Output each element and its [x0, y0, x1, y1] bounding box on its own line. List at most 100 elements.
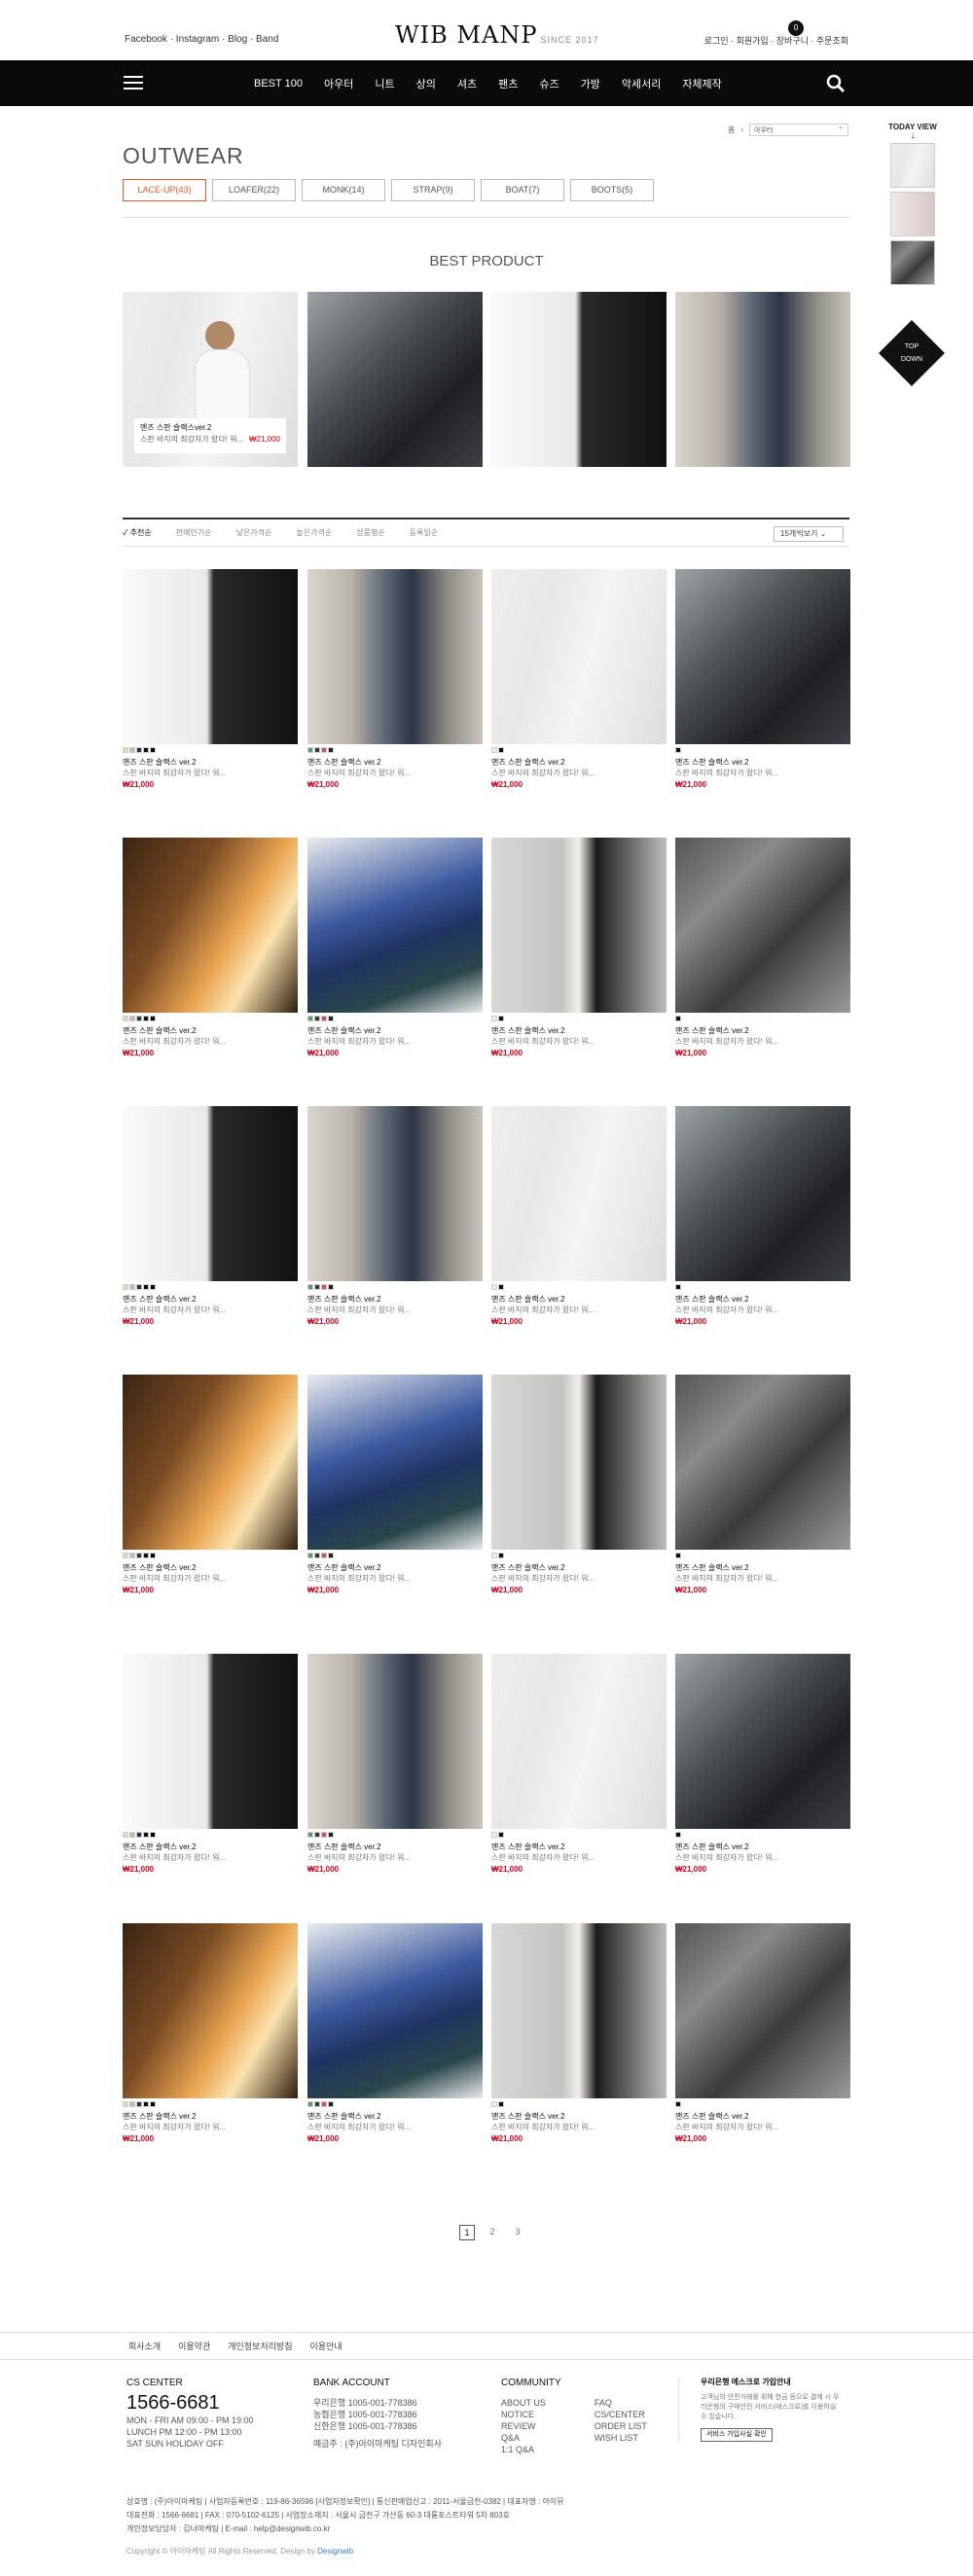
product-image[interactable] [491, 1106, 667, 1281]
product-info[interactable]: 맨즈 스판 슬랙스 ver.2 스판 바지의 최강자가 왔다! 워... ₩21,0… [307, 1553, 483, 1595]
nav-item-accessory[interactable]: 악세서리 [611, 76, 671, 91]
product-info[interactable]: 맨즈 스판 슬랙스 ver.2 스판 바지의 최강자가 왔다! 워... ₩21,0… [491, 1832, 667, 1875]
site-logo[interactable]: WIB MANP SINCE 2017 [395, 21, 599, 49]
product-image[interactable] [307, 1654, 483, 1829]
nav-item-shirt[interactable]: 셔츠 [447, 76, 487, 91]
product-info[interactable]: 맨즈 스판 슬랙스 ver.2 스판 바지의 최강자가 왔다! 워... ₩21,0… [123, 1016, 298, 1058]
product-image[interactable] [123, 1654, 298, 1829]
product-image[interactable] [491, 838, 667, 1013]
community-link[interactable]: CS/CENTER [595, 2409, 647, 2420]
product-image[interactable] [491, 1654, 667, 1829]
product-image[interactable] [307, 1923, 483, 2098]
community-link[interactable]: ORDER LIST [595, 2420, 647, 2432]
product-image[interactable] [123, 1375, 298, 1550]
footer-link-guide[interactable]: 이용안내 [310, 2340, 342, 2352]
product-image[interactable] [675, 1375, 850, 1550]
product-image[interactable] [675, 1654, 850, 1829]
product-info[interactable]: 맨즈 스판 슬랙스 ver.2 스판 바지의 최강자가 왔다! 워... ₩21,0… [675, 1832, 850, 1875]
breadcrumb-home[interactable]: 홈 [728, 125, 735, 135]
page-3[interactable]: 3 [510, 2225, 525, 2240]
product-info[interactable]: 맨즈 스판 슬랙스 ver.2 스판 바지의 최강자가 왔다! 워... ₩21,0… [123, 1553, 298, 1595]
community-link[interactable]: ABOUT US [501, 2397, 546, 2409]
tab-boat[interactable]: BOAT(7) [481, 179, 564, 201]
footer-link-privacy[interactable]: 개인정보처리방침 [228, 2340, 292, 2352]
per-page-select[interactable]: 15개씩보기 ⌄ [774, 526, 844, 542]
nav-item-own-made[interactable]: 자체제작 [671, 76, 732, 91]
tab-loafer[interactable]: LOAFER(22) [212, 179, 296, 201]
top-down-button[interactable]: TOP DOWN [879, 320, 945, 386]
page-2[interactable]: 2 [485, 2225, 500, 2240]
product-info[interactable]: 맨즈 스판 슬랙스 ver.2 스판 바지의 최강자가 왔다! 워... ₩21,0… [307, 747, 483, 790]
product-info[interactable]: 맨즈 스판 슬랙스 ver.2 스판 바지의 최강자가 왔다! 워... ₩21,0… [307, 2101, 483, 2144]
product-image[interactable] [123, 1923, 298, 2098]
recent-item-thumb[interactable] [890, 192, 935, 236]
sort-recommended[interactable]: ✓ 추천순 [123, 527, 152, 538]
menu-icon[interactable] [124, 76, 143, 90]
nav-item-shoes[interactable]: 슈즈 [528, 76, 569, 91]
user-menu[interactable]: 로그인 · 회원가입 · 장바구니 · 주문조회 [704, 34, 848, 47]
tab-lace-up[interactable]: LACE-UP(43) [123, 179, 206, 201]
recent-item-thumb[interactable] [890, 143, 935, 188]
best-product-image[interactable]: 맨즈 스판 슬랙스ver.2 스판 바지의 최강자가 왔다! 워... ₩21,… [123, 292, 298, 467]
product-image[interactable] [675, 838, 850, 1013]
product-image[interactable] [123, 838, 298, 1013]
product-info[interactable]: 맨즈 스판 슬랙스 ver.2 스판 바지의 최강자가 왔다! 워... ₩21,0… [491, 1016, 667, 1058]
product-info[interactable]: 맨즈 스판 슬랙스 ver.2 스판 바지의 최강자가 왔다! 워... ₩21,0… [491, 1553, 667, 1595]
nav-item-best100[interactable]: BEST 100 [243, 78, 313, 89]
tab-monk[interactable]: MONK(14) [302, 179, 385, 201]
product-image[interactable] [491, 1923, 667, 2098]
product-info[interactable]: 맨즈 스판 슬랙스 ver.2 스판 바지의 최강자가 왔다! 워... ₩21,0… [675, 747, 850, 790]
footer-link-terms[interactable]: 이용약관 [178, 2340, 210, 2352]
product-info[interactable]: 맨즈 스판 슬랙스 ver.2 스판 바지의 최강자가 왔다! 워... ₩21,0… [491, 747, 667, 790]
category-select[interactable]: 아우터 [749, 123, 849, 136]
product-image[interactable] [675, 569, 850, 744]
nav-item-top[interactable]: 상의 [406, 76, 447, 91]
community-link[interactable]: REVIEW [501, 2420, 546, 2432]
tab-strap[interactable]: STRAP(9) [391, 179, 475, 201]
community-link[interactable]: 1:1 Q&A [501, 2444, 546, 2455]
community-link[interactable]: FAQ [595, 2397, 647, 2409]
escrow-check-button[interactable]: 서비스 가입사실 확인 [701, 2428, 773, 2442]
product-info[interactable]: 맨즈 스판 슬랙스 ver.2 스판 바지의 최강자가 왔다! 워... ₩21,0… [123, 2101, 298, 2144]
top-label[interactable]: TOP [905, 340, 919, 353]
product-info[interactable]: 맨즈 스판 슬랙스 ver.2 스판 바지의 최강자가 왔다! 워... ₩21,0… [675, 1284, 850, 1327]
community-link[interactable]: Q&A [501, 2432, 546, 2444]
product-info[interactable]: 맨즈 스판 슬랙스 ver.2 스판 바지의 최강자가 왔다! 워... ₩21,0… [675, 1553, 850, 1595]
sort-newest[interactable]: 등록일순 [410, 527, 438, 538]
best-product-image[interactable] [307, 292, 483, 467]
product-image[interactable] [675, 1923, 850, 2098]
product-image[interactable] [307, 569, 483, 744]
designer-link[interactable]: Designwib [317, 2547, 353, 2556]
product-info[interactable]: 맨즈 스판 슬랙스 ver.2 스판 바지의 최강자가 왔다! 워... ₩21,0… [307, 1284, 483, 1327]
best-product-caption[interactable]: 맨즈 스판 슬랙스ver.2 스판 바지의 최강자가 왔다! 워... ₩21,… [134, 418, 286, 453]
product-image[interactable] [307, 1375, 483, 1550]
product-image[interactable] [123, 1106, 298, 1281]
nav-item-outer[interactable]: 아우터 [313, 76, 364, 91]
product-info[interactable]: 맨즈 스판 슬랙스 ver.2 스판 바지의 최강자가 왔다! 워... ₩21,0… [123, 747, 298, 790]
product-info[interactable]: 맨즈 스판 슬랙스 ver.2 스판 바지의 최강자가 왔다! 워... ₩21,0… [307, 1016, 483, 1058]
product-info[interactable]: 맨즈 스판 슬랙스 ver.2 스판 바지의 최강자가 왔다! 워... ₩21,0… [491, 2101, 667, 2144]
best-product-image[interactable] [675, 292, 850, 467]
nav-item-knit[interactable]: 니트 [364, 76, 405, 91]
product-image[interactable] [491, 1375, 667, 1550]
product-info[interactable]: 맨즈 스판 슬랙스 ver.2 스판 바지의 최강자가 왔다! 워... ₩21,0… [123, 1284, 298, 1327]
down-label[interactable]: DOWN [901, 353, 922, 366]
nav-item-pants[interactable]: 팬츠 [487, 76, 528, 91]
product-info[interactable]: 맨즈 스판 슬랙스 ver.2 스판 바지의 최강자가 왔다! 워... ₩21,0… [307, 1832, 483, 1875]
product-info[interactable]: 맨즈 스판 슬랙스 ver.2 스판 바지의 최강자가 왔다! 워... ₩21,0… [675, 2101, 850, 2144]
page-1[interactable]: 1 [459, 2225, 475, 2240]
product-image[interactable] [675, 1106, 850, 1281]
product-info[interactable]: 맨즈 스판 슬랙스 ver.2 스판 바지의 최강자가 왔다! 워... ₩21,0… [675, 1016, 850, 1058]
best-product-image[interactable] [491, 292, 667, 467]
sort-popular[interactable]: 판매인기순 [176, 527, 212, 538]
product-info[interactable]: 맨즈 스판 슬랙스 ver.2 스판 바지의 최강자가 왔다! 워... ₩21,0… [491, 1284, 667, 1327]
tab-boots[interactable]: BOOTS(5) [570, 179, 654, 201]
footer-link-about[interactable]: 회사소개 [128, 2340, 161, 2352]
product-image[interactable] [491, 569, 667, 744]
product-image[interactable] [307, 838, 483, 1013]
nav-item-bag[interactable]: 가방 [570, 76, 611, 91]
community-link[interactable]: WISH LIST [595, 2432, 647, 2444]
sort-reviews[interactable]: 상품평순 [356, 527, 384, 538]
community-link[interactable]: NOTICE [501, 2409, 546, 2420]
product-image[interactable] [123, 569, 298, 744]
